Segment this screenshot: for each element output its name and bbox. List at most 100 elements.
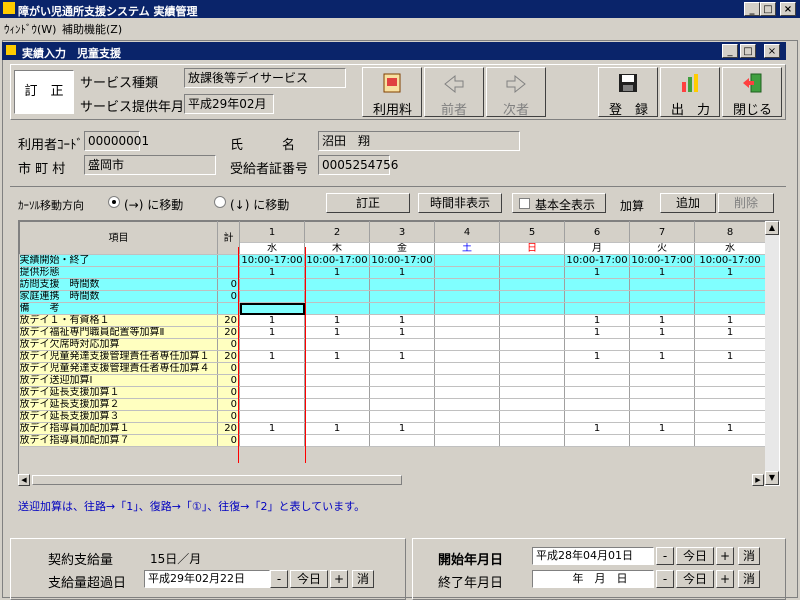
day-cell[interactable] bbox=[434, 326, 500, 339]
day-cell[interactable] bbox=[304, 434, 370, 447]
day-cell[interactable] bbox=[499, 410, 565, 423]
day-cell[interactable] bbox=[239, 362, 305, 375]
day-cell[interactable] bbox=[434, 302, 500, 315]
day-cell[interactable] bbox=[694, 338, 766, 351]
day-cell[interactable]: 1 bbox=[369, 314, 435, 327]
day-cell[interactable]: 1 bbox=[369, 326, 435, 339]
day-cell[interactable]: 1 bbox=[239, 422, 305, 435]
show-all-toggle[interactable]: 基本全表示 bbox=[512, 193, 606, 213]
day-cell[interactable]: 1 bbox=[239, 350, 305, 363]
excess-plus-button[interactable]: + bbox=[330, 570, 348, 588]
child-close-button[interactable]: × bbox=[764, 44, 780, 58]
add-button[interactable]: 追加 bbox=[660, 193, 716, 213]
correct-button[interactable]: 訂正 bbox=[326, 193, 410, 213]
day-cell[interactable] bbox=[499, 326, 565, 339]
scroll-down-icon[interactable]: ▼ bbox=[765, 471, 779, 485]
day-cell[interactable] bbox=[694, 290, 766, 303]
delete-button[interactable]: 削除 bbox=[718, 193, 774, 213]
day-cell[interactable] bbox=[499, 362, 565, 375]
day-cell[interactable] bbox=[564, 302, 630, 315]
scroll-up-icon[interactable]: ▲ bbox=[765, 221, 779, 235]
day-cell[interactable] bbox=[694, 410, 766, 423]
start-date-field[interactable]: 平成28年04月01日 bbox=[532, 547, 654, 565]
start-clear-button[interactable]: 消 bbox=[738, 547, 760, 565]
day-cell[interactable] bbox=[304, 410, 370, 423]
day-cell[interactable] bbox=[499, 398, 565, 411]
day-cell[interactable] bbox=[369, 302, 435, 315]
day-cell[interactable]: 1 bbox=[694, 314, 766, 327]
day-cell[interactable]: 1 bbox=[629, 422, 695, 435]
day-cell[interactable] bbox=[564, 362, 630, 375]
day-cell[interactable] bbox=[434, 254, 500, 267]
day-cell[interactable]: 1 bbox=[564, 266, 630, 279]
day-cell[interactable] bbox=[499, 278, 565, 291]
day-cell[interactable]: 10:00-17:00 bbox=[564, 254, 630, 267]
day-cell[interactable]: 1 bbox=[629, 314, 695, 327]
day-cell[interactable]: 1 bbox=[304, 350, 370, 363]
day-cell[interactable]: 10:00-17:00 bbox=[304, 254, 370, 267]
start-today-button[interactable]: 今日 bbox=[676, 547, 714, 565]
day-cell[interactable] bbox=[629, 398, 695, 411]
day-cell[interactable] bbox=[434, 422, 500, 435]
day-cell[interactable] bbox=[629, 290, 695, 303]
day-cell[interactable] bbox=[304, 302, 370, 315]
day-cell[interactable] bbox=[369, 278, 435, 291]
day-cell[interactable]: 1 bbox=[564, 314, 630, 327]
day-cell[interactable] bbox=[629, 434, 695, 447]
day-cell[interactable] bbox=[239, 302, 305, 315]
vertical-scrollbar[interactable]: ▲ ▼ bbox=[765, 221, 779, 485]
day-cell[interactable]: 1 bbox=[564, 350, 630, 363]
day-cell[interactable]: 1 bbox=[564, 326, 630, 339]
day-cell[interactable] bbox=[434, 386, 500, 399]
day-cell[interactable]: 10:00-17:00 bbox=[629, 254, 695, 267]
day-cell[interactable] bbox=[239, 374, 305, 387]
day-cell[interactable]: 1 bbox=[369, 422, 435, 435]
fee-button[interactable]: 利用料 bbox=[362, 67, 422, 118]
show-all-checkbox[interactable] bbox=[519, 198, 530, 209]
scroll-left-icon[interactable]: ◀ bbox=[18, 474, 30, 486]
day-cell[interactable]: 1 bbox=[304, 326, 370, 339]
day-cell[interactable] bbox=[239, 386, 305, 399]
day-cell[interactable]: 1 bbox=[239, 314, 305, 327]
day-cell[interactable] bbox=[564, 278, 630, 291]
day-cell[interactable]: 1 bbox=[629, 326, 695, 339]
day-cell[interactable] bbox=[499, 290, 565, 303]
day-cell[interactable] bbox=[434, 410, 500, 423]
end-plus-button[interactable]: + bbox=[716, 570, 734, 588]
excess-clear-button[interactable]: 消 bbox=[352, 570, 374, 588]
scroll-thumb[interactable] bbox=[32, 475, 402, 485]
day-cell[interactable] bbox=[564, 386, 630, 399]
day-cell[interactable] bbox=[629, 362, 695, 375]
day-cell[interactable] bbox=[239, 410, 305, 423]
day-cell[interactable] bbox=[434, 434, 500, 447]
day-cell[interactable] bbox=[434, 290, 500, 303]
day-cell[interactable] bbox=[629, 302, 695, 315]
day-cell[interactable] bbox=[564, 374, 630, 387]
day-cell[interactable]: 1 bbox=[304, 422, 370, 435]
day-cell[interactable] bbox=[629, 338, 695, 351]
next-button[interactable]: 次者 bbox=[486, 67, 546, 118]
day-cell[interactable]: 1 bbox=[694, 422, 766, 435]
day-cell[interactable] bbox=[694, 386, 766, 399]
day-cell[interactable]: 10:00-17:00 bbox=[694, 254, 766, 267]
day-cell[interactable] bbox=[564, 410, 630, 423]
day-cell[interactable] bbox=[694, 398, 766, 411]
child-maximize-button[interactable]: □ bbox=[740, 44, 756, 58]
horizontal-scrollbar[interactable]: ◀ ▶ bbox=[18, 474, 764, 486]
child-minimize-button[interactable]: _ bbox=[722, 44, 738, 58]
day-cell[interactable] bbox=[629, 278, 695, 291]
day-cell[interactable] bbox=[369, 434, 435, 447]
day-cell[interactable] bbox=[304, 386, 370, 399]
day-cell[interactable] bbox=[239, 278, 305, 291]
day-cell[interactable] bbox=[434, 278, 500, 291]
output-button[interactable]: 出 力 bbox=[660, 67, 720, 118]
day-cell[interactable] bbox=[564, 434, 630, 447]
day-cell[interactable] bbox=[564, 290, 630, 303]
day-cell[interactable] bbox=[499, 350, 565, 363]
day-cell[interactable] bbox=[694, 374, 766, 387]
day-cell[interactable] bbox=[369, 410, 435, 423]
day-cell[interactable]: 1 bbox=[239, 266, 305, 279]
day-cell[interactable] bbox=[304, 374, 370, 387]
day-cell[interactable]: 1 bbox=[304, 314, 370, 327]
start-plus-button[interactable]: + bbox=[716, 547, 734, 565]
